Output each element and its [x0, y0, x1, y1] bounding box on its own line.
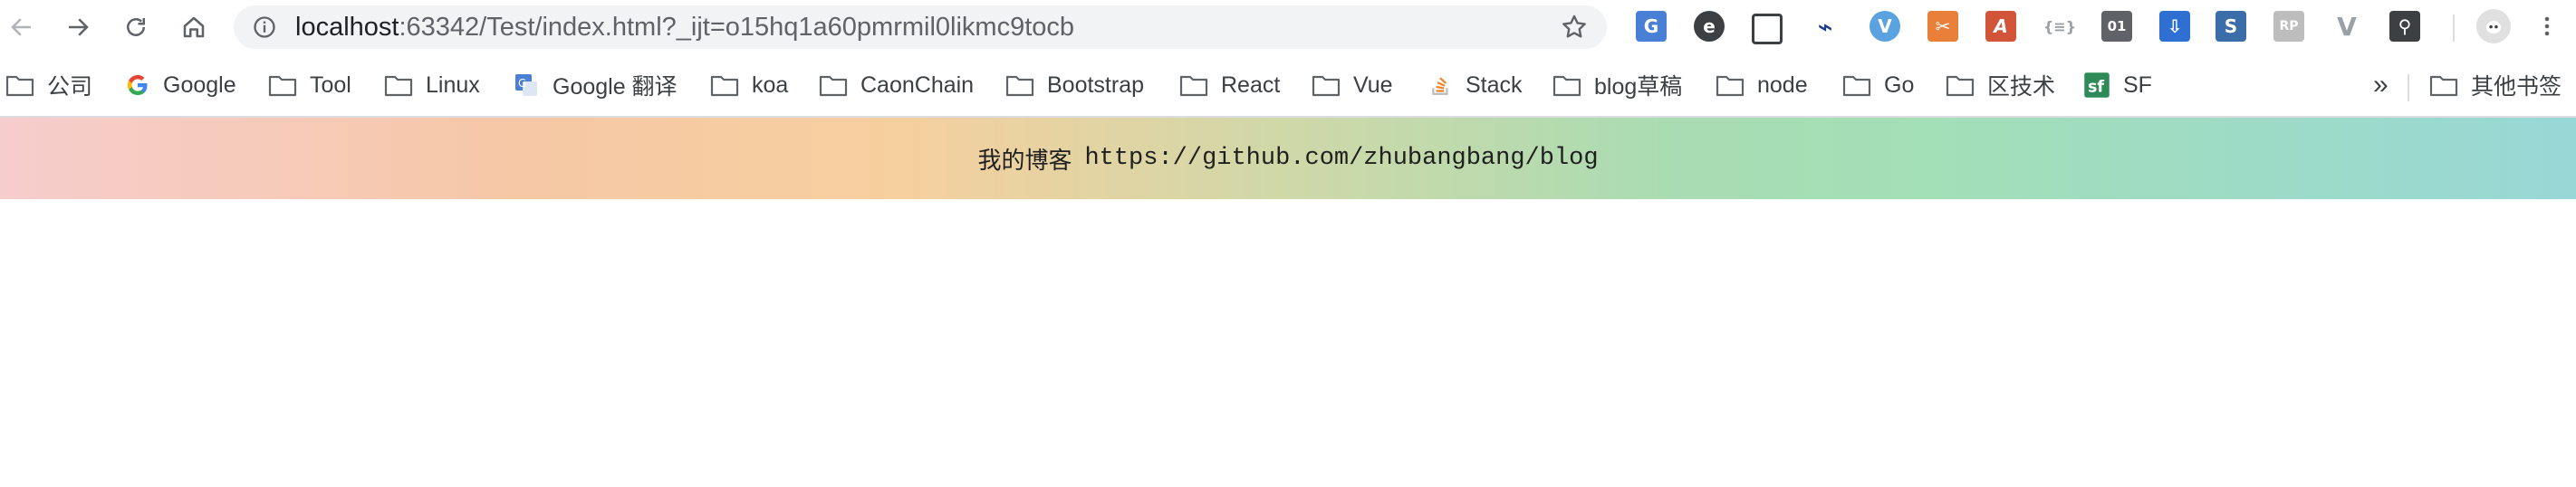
binary-extension-icon[interactable]: 01 — [2101, 11, 2132, 42]
bookmark-folder-linux[interactable]: Linux — [384, 65, 480, 105]
bookmark-label: CaonChain — [860, 72, 975, 98]
toolbar-divider — [2453, 14, 2455, 42]
bookmarks-divider — [2408, 74, 2409, 101]
google-icon — [127, 74, 148, 96]
bookmark-stack[interactable]: Stack — [1429, 65, 1523, 105]
svg-text:G: G — [518, 77, 526, 90]
bookmark-label: blog草稿 — [1594, 74, 1683, 100]
home-button[interactable] — [176, 9, 212, 45]
banner-text: 我的博客 — [977, 146, 1072, 174]
blog-banner: 我的博客 https://github.com/zhubangbang/blog — [0, 118, 2576, 199]
bookmark-label: Stack — [1466, 72, 1523, 98]
bookmark-google-translate[interactable]: G Google 翻译 — [513, 65, 678, 105]
kebab-menu-icon[interactable] — [2536, 11, 2558, 42]
back-button[interactable] — [4, 9, 40, 45]
pin-extension-icon[interactable]: ⌁ — [1810, 11, 1841, 42]
bookmark-label: SF — [2123, 72, 2152, 98]
avatar-icon[interactable] — [2476, 9, 2511, 43]
folder-icon — [1005, 75, 1034, 97]
bookmark-folder-other[interactable]: 其他书签 — [2429, 65, 2562, 105]
bookmark-google[interactable]: Google — [125, 65, 236, 105]
bookmark-folder-tool[interactable]: Tool — [268, 65, 351, 105]
bookmark-label: Vue — [1353, 72, 1393, 98]
s-extension-icon[interactable]: S — [2216, 11, 2246, 42]
folder-icon — [1552, 75, 1581, 97]
folder-icon — [1179, 75, 1208, 97]
folder-icon — [384, 75, 413, 97]
bulb-extension-icon[interactable]: ⚲ — [2389, 11, 2420, 42]
bookmarks-bar: 公司 Google Tool Linux G Google 翻译 koa Cao… — [0, 56, 2576, 118]
vue-devtools-extension-icon[interactable]: V — [2331, 11, 2362, 42]
font-extension-icon[interactable]: A — [1985, 11, 2016, 42]
browser-toolbar: localhost:63342/Test/index.html?_ijt=o15… — [0, 0, 2576, 56]
svg-text:sf: sf — [2088, 79, 2104, 97]
address-bar[interactable]: localhost:63342/Test/index.html?_ijt=o15… — [234, 5, 1607, 49]
reload-button[interactable] — [118, 9, 154, 45]
bookmark-label: Linux — [426, 72, 480, 98]
translate-icon: G — [515, 74, 537, 96]
banner-link[interactable]: https://github.com/zhubangbang/blog — [1084, 145, 1598, 172]
save-extension-icon[interactable]: ⇩ — [2159, 11, 2190, 42]
folder-icon — [1716, 75, 1745, 97]
bookmark-label: React — [1221, 72, 1281, 98]
bookmark-folder-company[interactable]: 公司 — [5, 65, 92, 105]
screenshot-extension-icon[interactable] — [1752, 14, 1783, 44]
bookmark-label: Tool — [310, 72, 351, 98]
bookmark-folder-react[interactable]: React — [1179, 65, 1280, 105]
star-icon[interactable] — [1560, 13, 1589, 42]
forward-button[interactable] — [60, 9, 96, 45]
e-extension-icon[interactable]: e — [1694, 11, 1725, 42]
segmentfault-icon: sf — [2084, 72, 2110, 98]
bookmark-label: Google — [163, 72, 236, 98]
url-host: localhost — [295, 13, 399, 42]
home-icon — [183, 16, 205, 38]
tool-extension-icon[interactable]: ✂ — [1927, 11, 1958, 42]
folder-icon — [1946, 75, 1975, 97]
bookmark-label: koa — [752, 72, 789, 98]
arrow-left-icon — [11, 18, 31, 36]
rp-extension-icon[interactable]: RP — [2273, 11, 2304, 42]
google-translate-extension-icon[interactable]: G — [1636, 11, 1667, 42]
bookmark-label: 其他书签 — [2471, 74, 2562, 100]
bookmark-folder-blockchain-tech[interactable]: 区技术 — [1946, 65, 2055, 105]
bookmarks-overflow-chevron[interactable]: » — [2373, 65, 2389, 105]
bookmark-folder-blog-draft[interactable]: blog草稿 — [1552, 65, 1682, 105]
info-icon[interactable] — [252, 14, 277, 40]
reload-icon — [127, 18, 145, 36]
bookmark-label: node — [1757, 72, 1808, 98]
bookmark-folder-vue[interactable]: Vue — [1312, 65, 1393, 105]
bookmark-label: Go — [1884, 72, 1915, 98]
folder-icon — [5, 75, 34, 97]
bookmark-folder-go[interactable]: Go — [1842, 65, 1914, 105]
json-extension-icon[interactable]: {≡} — [2042, 11, 2078, 42]
folder-icon — [710, 75, 739, 97]
bookmark-sf[interactable]: sf SF — [2083, 65, 2152, 105]
folder-icon — [268, 75, 297, 97]
url-path: :63342/Test/index.html?_ijt=o15hq1a60pmr… — [399, 13, 1075, 42]
bookmark-label: 公司 — [47, 74, 93, 100]
folder-icon — [1842, 75, 1871, 97]
url-text[interactable]: localhost:63342/Test/index.html?_ijt=o15… — [295, 5, 1074, 49]
bookmark-label: 区技术 — [1987, 74, 2056, 100]
bookmark-folder-caonchain[interactable]: CaonChain — [819, 65, 974, 105]
arrow-right-icon — [69, 18, 89, 36]
bookmark-label: Google 翻译 — [553, 74, 678, 100]
stackoverflow-icon — [1432, 77, 1448, 95]
vimium-extension-icon[interactable]: V — [1870, 11, 1900, 42]
bookmark-folder-koa[interactable]: koa — [710, 65, 788, 105]
folder-icon — [1312, 75, 1341, 97]
bookmark-folder-bootstrap[interactable]: Bootstrap — [1005, 65, 1144, 105]
folder-icon — [819, 75, 848, 97]
folder-icon — [2429, 75, 2458, 97]
bookmark-folder-node[interactable]: node — [1716, 65, 1808, 105]
bookmark-label: Bootstrap — [1047, 72, 1145, 98]
